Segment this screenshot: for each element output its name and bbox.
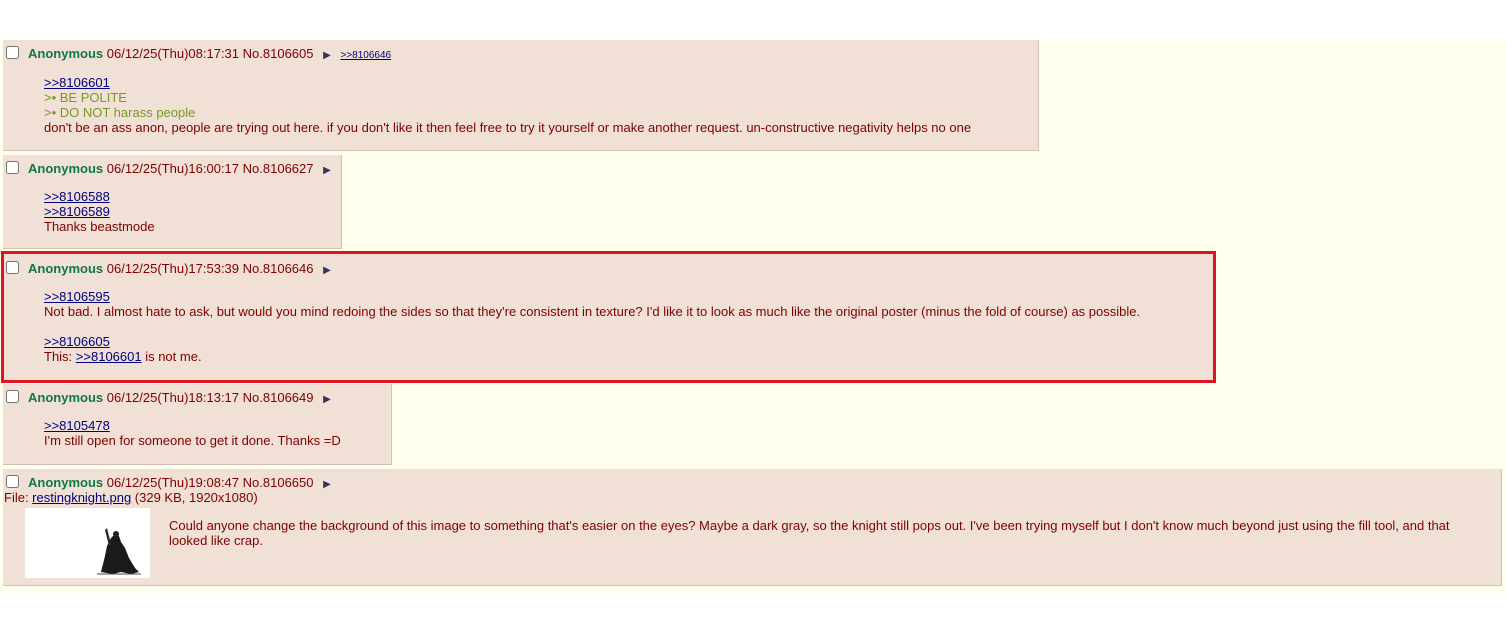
post-menu-arrow-icon[interactable]: ▶ [323, 50, 331, 61]
quote-link[interactable]: >>8106605 [44, 334, 110, 349]
post-select-checkbox[interactable] [6, 261, 19, 274]
greentext-line: >• DO NOT harass people [44, 105, 196, 120]
post-datetime: 06/12/25(Thu)18:13:17 [106, 390, 240, 405]
message-text: Not bad. I almost hate to ask, but would… [44, 304, 1141, 319]
post-menu-arrow-icon[interactable]: ▶ [323, 265, 331, 276]
file-link[interactable]: restingknight.png [32, 490, 131, 505]
poster-name: Anonymous [28, 46, 104, 61]
message-text: Could anyone change the background of th… [169, 518, 1450, 548]
post-info: Anonymous 06/12/25(Thu)16:00:17 No.81066… [28, 161, 331, 179]
file-info: File: restingknight.png (329 KB, 1920x10… [4, 490, 258, 505]
post-info: Anonymous 06/12/25(Thu)17:53:39 No.81066… [28, 261, 331, 279]
post-number[interactable]: No.8106627 [243, 161, 314, 176]
post-number[interactable]: No.8106650 [243, 475, 314, 490]
post-datetime: 06/12/25(Thu)16:00:17 [106, 161, 240, 176]
quote-link[interactable]: >>8106589 [44, 204, 110, 219]
quote-link[interactable]: >>8106595 [44, 289, 110, 304]
post-datetime: 06/12/25(Thu)19:08:47 [106, 475, 240, 490]
file-label: File: [4, 490, 33, 505]
post-message: >>8106588 >>8106589 Thanks beastmode [44, 189, 155, 234]
poster-name: Anonymous [28, 475, 104, 490]
post-number[interactable]: No.8106646 [243, 261, 314, 276]
post-number[interactable]: No.8106605 [243, 46, 314, 61]
post-select-checkbox[interactable] [6, 161, 19, 174]
poster-name: Anonymous [28, 161, 104, 176]
post-menu-arrow-icon[interactable]: ▶ [323, 165, 331, 176]
post-datetime: 06/12/25(Thu)08:17:31 [106, 46, 240, 61]
quote-link[interactable]: >>8106588 [44, 189, 110, 204]
message-text: This: >>8106601 is not me. [44, 349, 1140, 364]
post-message: >>8106601 >• BE POLITE >• DO NOT harass … [44, 75, 971, 135]
backlink[interactable]: >>8106646 [340, 50, 391, 61]
quote-link[interactable]: >>8106601 [76, 349, 142, 364]
message-text: Thanks beastmode [44, 219, 155, 234]
post-number[interactable]: No.8106649 [243, 390, 314, 405]
post-menu-arrow-icon[interactable]: ▶ [323, 394, 331, 405]
knight-thumbnail-icon [25, 508, 150, 578]
file-thumbnail[interactable] [25, 508, 150, 578]
poster-name: Anonymous [28, 390, 104, 405]
message-text-prefix: This: [44, 349, 76, 364]
message-text: don't be an ass anon, people are trying … [44, 120, 972, 135]
message-text: I'm still open for someone to get it don… [44, 433, 341, 448]
poster-name: Anonymous [28, 261, 104, 276]
post-menu-arrow-icon[interactable]: ▶ [323, 479, 331, 490]
post-select-checkbox[interactable] [6, 390, 19, 403]
post-message: >>8106595 Not bad. I almost hate to ask,… [44, 289, 1140, 364]
message-text-suffix: is not me. [141, 349, 202, 364]
post-select-checkbox[interactable] [6, 46, 19, 59]
post-info: Anonymous 06/12/25(Thu)18:13:17 No.81066… [28, 390, 331, 408]
quote-link[interactable]: >>8106601 [44, 75, 110, 90]
quote-link[interactable]: >>8105478 [44, 418, 110, 433]
post-select-checkbox[interactable] [6, 475, 19, 488]
greentext-line: >• BE POLITE [44, 90, 127, 105]
post-datetime: 06/12/25(Thu)17:53:39 [106, 261, 240, 276]
post-info: Anonymous 06/12/25(Thu)08:17:31 No.81066… [28, 46, 391, 64]
file-meta: (329 KB, 1920x1080) [131, 490, 258, 505]
post-message: >>8105478 I'm still open for someone to … [44, 418, 341, 448]
